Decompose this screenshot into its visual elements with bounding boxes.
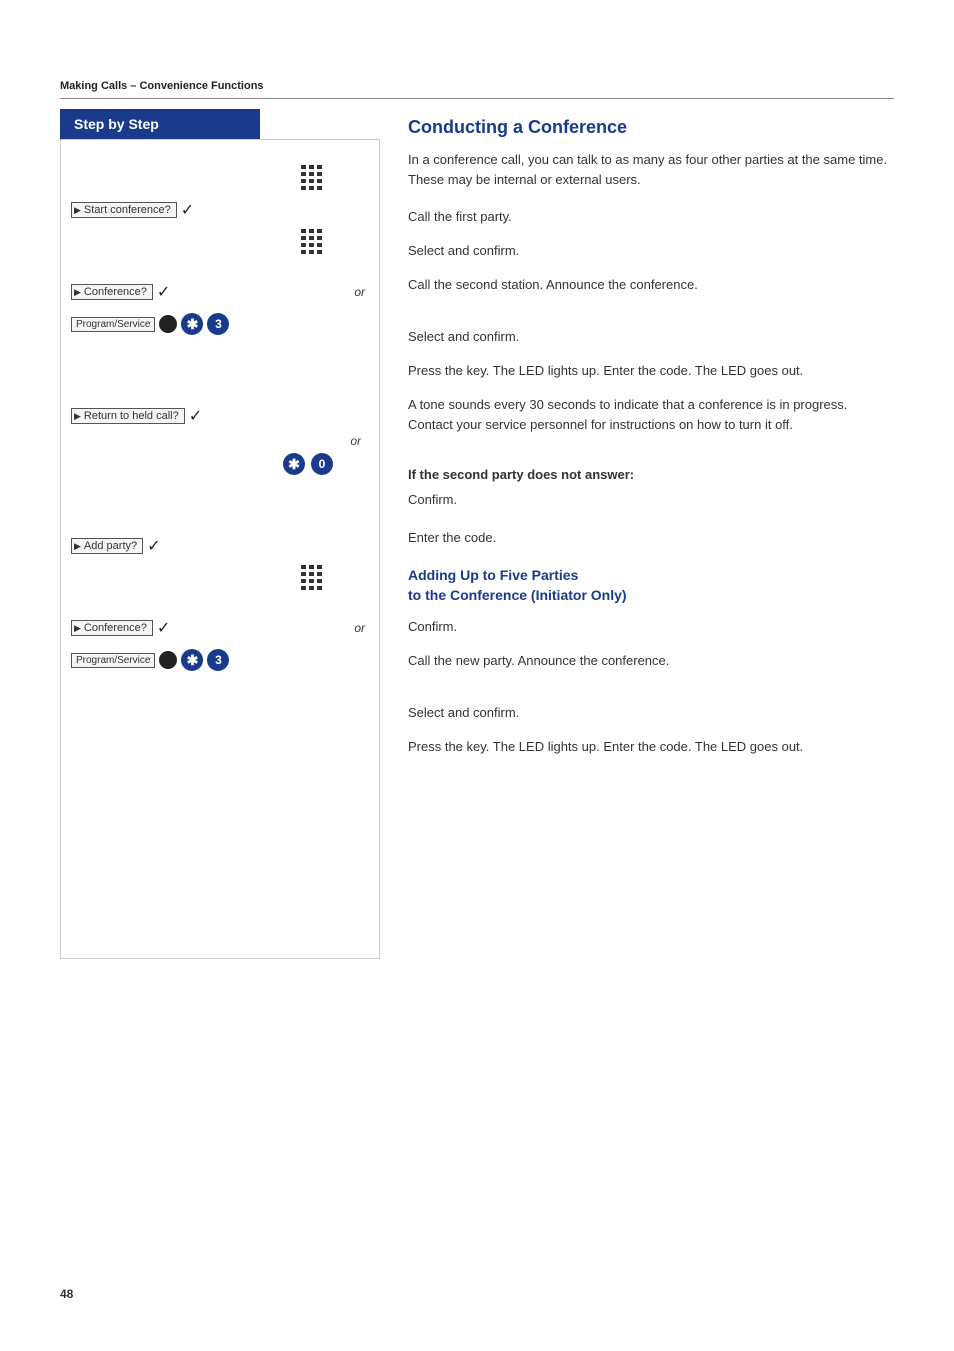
step-by-step-header: Step by Step (60, 109, 260, 139)
star-key-3: ✱ (181, 649, 203, 671)
check-conf2: ✓ (157, 618, 170, 638)
program-service-row-1: Program/Service ✱ 3 (71, 313, 229, 335)
step-text-call-second: Call the second station. Announce the co… (408, 271, 894, 299)
keypad-icon-3 (301, 565, 323, 591)
check-return: ✓ (189, 406, 202, 426)
sub-section-title: Adding Up to Five Partiesto the Conferen… (408, 566, 894, 605)
step-row-start-conf: Start conference? ✓ (71, 196, 369, 224)
page-number: 48 (60, 1287, 73, 1301)
keypad-icon-1 (301, 165, 323, 191)
add-party-btn: Add party? (71, 538, 143, 554)
num3-key-2: 3 (207, 649, 229, 671)
num3-key-1: 3 (207, 313, 229, 335)
step-text-select3: Select and confirm. (408, 699, 894, 727)
step-text-press-key-1: Press the key. The LED lights up. Enter … (408, 357, 894, 385)
conference-btn-2: Conference? (71, 620, 153, 636)
step-row-ps1: Program/Service ✱ 3 (71, 310, 369, 338)
check-add-party: ✓ (147, 536, 160, 556)
step-row-star0: ✱ 0 (71, 450, 369, 478)
step-row-keypad3 (71, 564, 369, 592)
page: Making Calls – Convenience Functions Ste… (0, 0, 954, 1351)
keypad-icon-2 (301, 229, 323, 255)
page-header: Making Calls – Convenience Functions (60, 80, 894, 99)
main-content: Step by Step Start conference? (60, 109, 894, 959)
or-row-2: or (71, 434, 369, 448)
step-row-ps2: Program/Service ✱ 3 (71, 646, 369, 674)
ps-label-2: Program/Service (71, 653, 155, 668)
oval-icon-1 (159, 315, 177, 333)
intro-text: In a conference call, you can talk to as… (408, 150, 894, 189)
section-title: Conducting a Conference (408, 117, 894, 138)
check-start-conf: ✓ (181, 200, 194, 220)
step-row-conf1: Conference? ✓ or (71, 278, 369, 306)
step-text-call-first: Call the first party. (408, 203, 894, 231)
left-panel: Start conference? ✓ (60, 139, 380, 959)
step-text-select2: Select and confirm. (408, 323, 894, 351)
step-row-keypad1 (71, 164, 369, 192)
step-text-press-key-2: Press the key. The LED lights up. Enter … (408, 733, 894, 771)
step-text-tone-info: A tone sounds every 30 seconds to indica… (408, 391, 894, 459)
or-label-3: or (354, 621, 369, 635)
step-text-select1: Select and confirm. (408, 237, 894, 265)
step-text-call-new: Call the new party. Announce the confere… (408, 647, 894, 675)
step-text-confirm1: Confirm. (408, 486, 894, 514)
num0-key: 0 (311, 453, 333, 475)
star-key-2: ✱ (283, 453, 305, 475)
or-label-1: or (354, 285, 369, 299)
return-held-btn: Return to held call? (71, 408, 185, 424)
ps-label-1: Program/Service (71, 317, 155, 332)
check-conf1: ✓ (157, 282, 170, 302)
step-row-keypad2 (71, 228, 369, 256)
left-column: Step by Step Start conference? (60, 109, 380, 959)
right-column: Conducting a Conference In a conference … (380, 109, 894, 959)
bold-if-no-answer: If the second party does not answer: (408, 467, 894, 482)
step-row-conf2: Conference? ✓ or (71, 614, 369, 642)
step-row-add-party: Add party? ✓ (71, 532, 369, 560)
step-text-confirm2: Confirm. (408, 613, 894, 641)
conference-btn-1: Conference? (71, 284, 153, 300)
step-row-return: Return to held call? ✓ (71, 402, 369, 430)
program-service-row-2: Program/Service ✱ 3 (71, 649, 229, 671)
step-text-enter-code: Enter the code. (408, 524, 894, 552)
star-key-1: ✱ (181, 313, 203, 335)
header-title: Making Calls – Convenience Functions (60, 80, 264, 92)
oval-icon-2 (159, 651, 177, 669)
start-conference-btn: Start conference? (71, 202, 177, 218)
